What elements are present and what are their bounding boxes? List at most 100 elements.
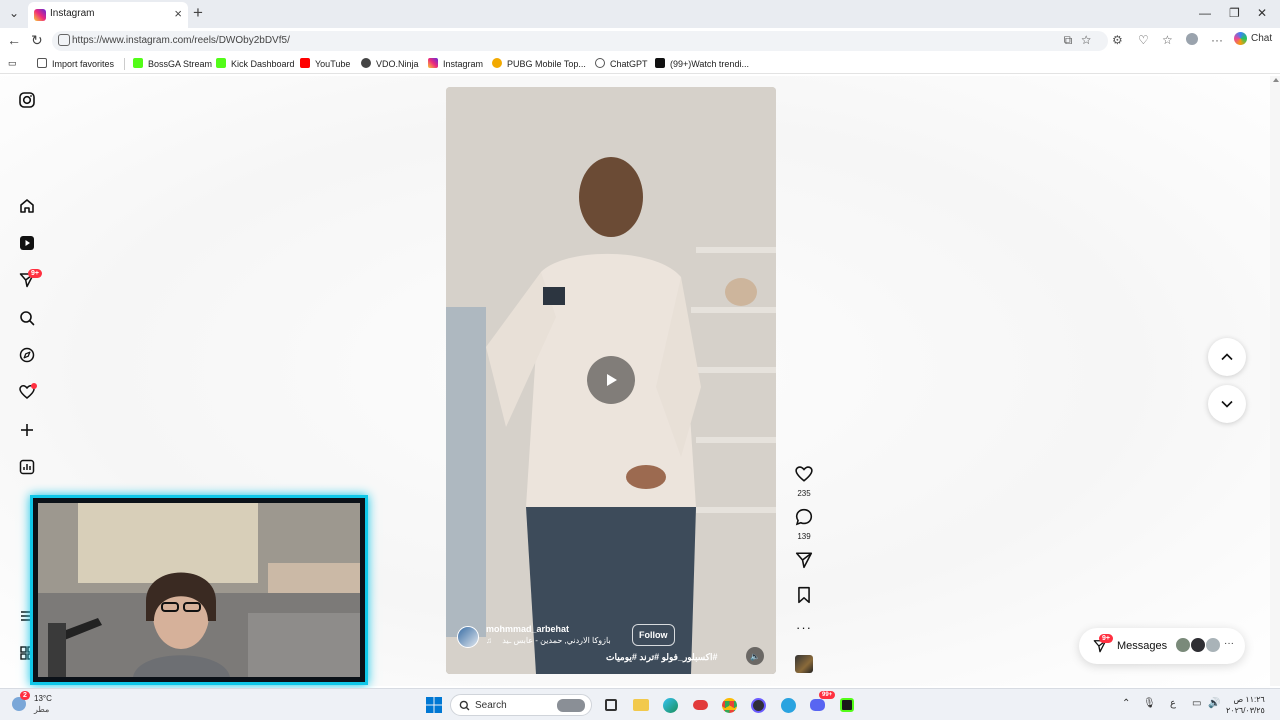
instagram-icon <box>428 58 438 68</box>
close-tab-icon[interactable]: × <box>174 6 182 21</box>
refresh-button[interactable]: ↻ <box>31 32 43 49</box>
bookmark-instagram[interactable]: Instagram <box>428 58 483 69</box>
follow-button[interactable]: Follow <box>632 624 675 646</box>
browser-toolbar: ← ↻ https://www.instagram.com/reels/DWOb… <box>0 28 1280 54</box>
site-info-icon[interactable] <box>58 34 70 46</box>
new-tab-button[interactable]: + <box>193 3 203 23</box>
messages-label: Messages <box>1117 640 1168 652</box>
bookmark-kick-dashboard[interactable]: Kick Dashboard <box>216 58 295 69</box>
reel-author-avatar[interactable] <box>457 626 479 648</box>
webcam-overlay <box>30 495 368 685</box>
reading-view-icon[interactable]: ▭ <box>8 58 17 69</box>
kick-icon <box>133 58 143 68</box>
bookmarks-bar: ▭ Import favorites BossGA Stream Kick Da… <box>0 54 1280 74</box>
play-button[interactable] <box>587 356 635 404</box>
bookmark-icon <box>798 586 810 604</box>
notifications-heart-icon[interactable] <box>18 383 37 401</box>
search-icon[interactable] <box>18 309 36 327</box>
tab-actions-menu-icon[interactable]: ⌄ <box>5 6 23 22</box>
bookmark-tiktok[interactable]: (99+)Watch trendi... <box>655 58 749 69</box>
show-hidden-icons-chevron-up-icon[interactable]: ⌃ <box>1122 698 1130 709</box>
more-menu-icon[interactable]: ··· <box>1211 33 1223 47</box>
tab-title: Instagram <box>50 8 95 19</box>
favorites-icon[interactable]: ☆ <box>1162 33 1173 47</box>
weather-description: مطر <box>34 705 50 714</box>
instagram-favicon-icon <box>34 9 46 21</box>
volume-icon[interactable]: 🔊 <box>1208 698 1220 709</box>
url-text[interactable]: https://www.instagram.com/reels/DWOby2bD… <box>72 35 290 46</box>
copilot-chat-button[interactable]: Chat <box>1234 32 1272 45</box>
explore-icon[interactable] <box>18 346 36 364</box>
browser-essentials-icon[interactable]: ♡ <box>1138 33 1149 47</box>
previous-reel-button[interactable] <box>1208 338 1246 376</box>
close-window-button[interactable]: ✕ <box>1257 6 1267 20</box>
minimize-button[interactable]: — <box>1199 6 1211 20</box>
like-count: 235 <box>797 489 811 498</box>
bookmark-import-favorites[interactable]: Import favorites <box>37 58 114 69</box>
vdo-ninja-icon <box>361 58 371 68</box>
obs-icon[interactable] <box>748 695 768 715</box>
restore-button[interactable]: ❐ <box>1229 6 1240 20</box>
messages-badge: 9+ <box>1099 634 1113 643</box>
music-note-icon: ♫ <box>486 636 492 645</box>
comment-button[interactable]: 139 <box>793 508 815 541</box>
save-button[interactable] <box>793 586 815 609</box>
address-actions: ⧉☆ <box>1063 33 1100 47</box>
clock-time: ١١:٢٦ ص <box>1233 695 1265 704</box>
telegram-icon[interactable] <box>778 695 798 715</box>
chat-label: Chat <box>1251 33 1273 45</box>
reel-video[interactable]: mohmmad_arbehat ♫ بازوكا الاردني, حمدين … <box>446 87 776 674</box>
address-bar[interactable]: https://www.instagram.com/reels/DWOby2bD… <box>52 31 1108 51</box>
messages-button[interactable]: 9+ Messages ··· <box>1079 628 1245 664</box>
youtube-icon <box>300 58 310 68</box>
share-button[interactable] <box>793 551 815 574</box>
bookmark-chatgpt[interactable]: ChatGPT <box>595 58 648 69</box>
like-button[interactable]: 235 <box>793 465 815 498</box>
chrome-icon[interactable] <box>719 695 739 715</box>
back-button[interactable]: ← <box>7 32 21 48</box>
discord-icon[interactable]: 99+ <box>807 691 836 715</box>
pubg-icon <box>492 58 502 68</box>
network-icon[interactable]: ▭ <box>1192 698 1201 709</box>
app-icon-red[interactable] <box>690 695 710 715</box>
share-icon <box>795 552 813 569</box>
reel-caption[interactable]: #اكسبلور_فولو #ترند #يوميات <box>606 652 717 663</box>
kick-app-icon[interactable] <box>837 695 857 715</box>
edge-icon[interactable] <box>660 695 680 715</box>
home-icon[interactable] <box>18 197 36 215</box>
tab-instagram[interactable]: Instagram × <box>28 2 188 28</box>
taskbar-search-placeholder: Search <box>475 700 507 711</box>
create-icon[interactable] <box>18 421 36 439</box>
input-language[interactable]: ع <box>1170 698 1176 709</box>
taskbar-search[interactable]: Search <box>450 694 592 716</box>
task-view-icon[interactable] <box>601 695 621 715</box>
bookmark-pubg-mobile[interactable]: PUBG Mobile Top... <box>492 58 586 69</box>
microphone-icon[interactable]: 🎙 <box>1143 698 1156 709</box>
page-scrollbar[interactable] <box>1270 76 1280 686</box>
discord-badge: 99+ <box>819 691 836 699</box>
mute-icon[interactable]: 🔈 <box>746 647 764 665</box>
instagram-logo-icon[interactable] <box>18 91 36 109</box>
system-clock[interactable]: ١١:٢٦ ص ٢٠٢٦/٠٣/٢٥ <box>1226 694 1265 716</box>
profile-avatar[interactable] <box>1186 33 1198 48</box>
more-options-icon[interactable]: ··· <box>793 620 815 635</box>
chatgpt-icon <box>595 58 605 68</box>
bookmark-divider <box>124 58 125 70</box>
dashboard-icon[interactable] <box>18 458 36 476</box>
reel-audio-track[interactable]: ♫ بازوكا الاردني, حمدين - عابس ـيد <box>486 636 611 645</box>
notifications-badge: 9+ <box>28 269 42 278</box>
reels-icon[interactable] <box>18 234 36 252</box>
extensions-icon[interactable]: ⚙ <box>1112 33 1123 47</box>
next-reel-button[interactable] <box>1208 385 1246 423</box>
audio-page-thumbnail[interactable] <box>795 655 813 673</box>
file-explorer-icon[interactable] <box>631 695 651 715</box>
reel-audio-extra: ـيد <box>502 636 512 645</box>
reel-audio-name: بازوكا الاردني, حمدين - عابس <box>513 636 611 645</box>
copilot-icon <box>1234 32 1247 45</box>
start-button[interactable] <box>424 695 444 715</box>
direct-messages-icon[interactable]: 9+ <box>18 269 42 289</box>
bookmark-youtube[interactable]: YouTube <box>300 58 350 69</box>
bookmark-vdo-ninja[interactable]: VDO.Ninja <box>361 58 419 69</box>
reel-author-username[interactable]: mohmmad_arbehat <box>486 624 569 634</box>
bookmark-bossga-stream[interactable]: BossGA Stream <box>133 58 212 69</box>
